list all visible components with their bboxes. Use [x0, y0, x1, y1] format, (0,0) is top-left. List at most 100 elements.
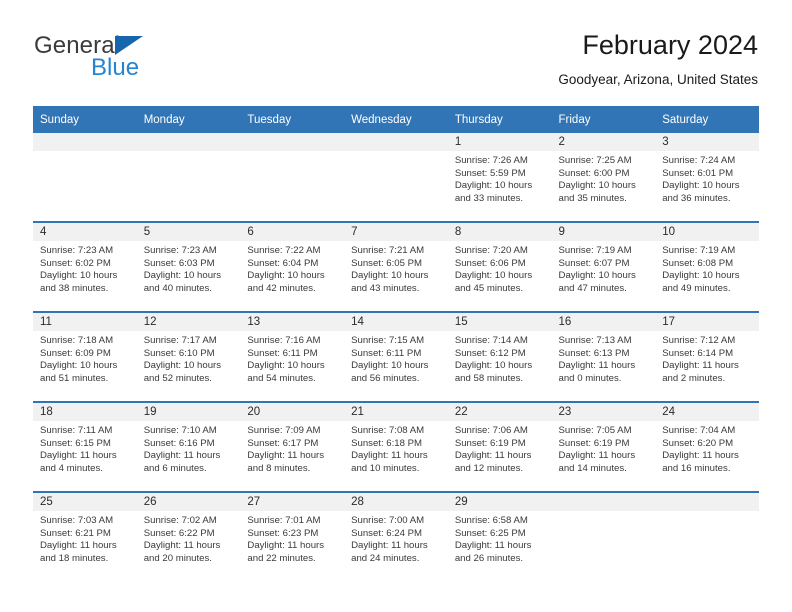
calendar-day-cell[interactable]: 18 Sunrise: 7:11 AM Sunset: 6:15 PM Dayligh…: [33, 401, 137, 492]
calendar-day-cell[interactable]: 26 Sunrise: 7:02 AM Sunset: 6:22 PM Dayligh…: [136, 491, 241, 581]
calendar-day-cell[interactable]: 14 Sunrise: 7:15 AM Sunset: 6:11 PM Dayligh…: [344, 311, 448, 402]
day-details: Sunrise: 7:13 AM Sunset: 6:13 PM Daylight:…: [552, 331, 656, 385]
calendar-day-cell[interactable]: 11 Sunrise: 7:18 AM Sunset: 6:09 PM Dayligh…: [33, 311, 137, 402]
day-detail-line: and 36 minutes.: [662, 192, 731, 204]
day-detail-line: Daylight: 10 hours: [40, 360, 118, 372]
day-number: 24: [655, 403, 759, 421]
day-cell-inner: 3 Sunrise: 7:24 AM Sunset: 6:01 PM Daylight…: [655, 133, 759, 221]
day-detail-line: Daylight: 11 hours: [247, 450, 325, 462]
calendar-day-cell[interactable]: 17 Sunrise: 7:12 AM Sunset: 6:14 PM Dayligh…: [655, 311, 759, 402]
calendar-week-row: 18 Sunrise: 7:11 AM Sunset: 6:15 PM Dayligh…: [33, 401, 759, 492]
calendar-day-cell[interactable]: 20 Sunrise: 7:09 AM Sunset: 6:17 PM Dayligh…: [240, 401, 345, 492]
calendar-day-cell[interactable]: 7 Sunrise: 7:21 AM Sunset: 6:05 PM Daylight…: [344, 221, 448, 312]
calendar-day-cell[interactable]: 6 Sunrise: 7:22 AM Sunset: 6:04 PM Daylight…: [240, 221, 345, 312]
day-detail-line: Sunset: 6:16 PM: [143, 437, 215, 449]
day-detail-line: and 14 minutes.: [558, 462, 627, 474]
day-detail-line: Sunrise: 7:00 AM: [351, 515, 425, 526]
calendar-day-cell[interactable]: 29 Sunrise: 6:58 AM Sunset: 6:25 PM Dayligh…: [447, 491, 552, 581]
day-detail-line: Sunset: 6:05 PM: [351, 257, 423, 269]
day-detail-line: Daylight: 11 hours: [143, 450, 221, 462]
day-detail-line: and 12 minutes.: [454, 462, 524, 474]
calendar-day-cell[interactable]: 4 Sunrise: 7:23 AM Sunset: 6:02 PM Daylight…: [33, 221, 137, 312]
day-details: Sunrise: 7:01 AM Sunset: 6:23 PM Daylight:…: [240, 511, 344, 565]
calendar-day-cell[interactable]: 27 Sunrise: 7:01 AM Sunset: 6:23 PM Dayligh…: [240, 491, 345, 581]
day-cell-inner: 11 Sunrise: 7:18 AM Sunset: 6:09 PM Dayligh…: [33, 313, 137, 401]
calendar-day-cell[interactable]: 3 Sunrise: 7:24 AM Sunset: 6:01 PM Daylight…: [655, 133, 759, 222]
calendar-week-row: 4 Sunrise: 7:23 AM Sunset: 6:02 PM Daylight…: [33, 221, 759, 312]
day-detail-line: and 54 minutes.: [247, 372, 316, 384]
day-detail-line: Sunset: 6:03 PM: [143, 257, 215, 269]
day-detail-line: Daylight: 11 hours: [558, 360, 636, 372]
calendar-day-cell[interactable]: 24 Sunrise: 7:04 AM Sunset: 6:20 PM Dayligh…: [655, 401, 759, 492]
day-number: 7: [344, 223, 448, 241]
calendar-day-cell[interactable]: 12 Sunrise: 7:17 AM Sunset: 6:10 PM Dayligh…: [136, 311, 241, 402]
day-detail-line: Sunrise: 7:21 AM: [351, 245, 425, 256]
day-details: Sunrise: 7:10 AM Sunset: 6:16 PM Daylight:…: [137, 421, 241, 475]
calendar-day-cell[interactable]: 5 Sunrise: 7:23 AM Sunset: 6:03 PM Daylight…: [136, 221, 241, 312]
day-cell-inner: 9 Sunrise: 7:19 AM Sunset: 6:07 PM Daylight…: [551, 223, 656, 311]
calendar-day-cell[interactable]: 13 Sunrise: 7:16 AM Sunset: 6:11 PM Dayligh…: [240, 311, 345, 402]
day-details: Sunrise: 7:24 AM Sunset: 6:01 PM Daylight:…: [655, 151, 759, 205]
day-details: Sunrise: 7:00 AM Sunset: 6:24 PM Daylight:…: [344, 511, 448, 565]
day-detail-line: Daylight: 11 hours: [662, 360, 739, 372]
day-cell-inner: [33, 133, 137, 221]
day-detail-line: Sunrise: 7:13 AM: [558, 335, 632, 346]
day-details: Sunrise: 7:23 AM Sunset: 6:03 PM Daylight:…: [137, 241, 241, 295]
calendar-day-cell[interactable]: 8 Sunrise: 7:20 AM Sunset: 6:06 PM Daylight…: [447, 221, 552, 312]
day-detail-line: and 24 minutes.: [351, 552, 420, 564]
calendar-week-row: 11 Sunrise: 7:18 AM Sunset: 6:09 PM Dayligh…: [33, 311, 759, 402]
day-cell-inner: 8 Sunrise: 7:20 AM Sunset: 6:06 PM Daylight…: [447, 223, 552, 311]
calendar-day-cell[interactable]: 2 Sunrise: 7:25 AM Sunset: 6:00 PM Daylight…: [551, 133, 656, 222]
calendar-day-cell[interactable]: 15 Sunrise: 7:14 AM Sunset: 6:12 PM Dayligh…: [447, 311, 552, 402]
day-details: Sunrise: 7:04 AM Sunset: 6:20 PM Daylight:…: [655, 421, 759, 475]
calendar-day-cell[interactable]: 28 Sunrise: 7:00 AM Sunset: 6:24 PM Dayligh…: [344, 491, 448, 581]
day-number: 9: [551, 223, 656, 241]
day-number: [655, 493, 759, 511]
calendar-page: General Blue February 2024 Goodyear, Ari…: [0, 0, 792, 612]
day-cell-inner: 2 Sunrise: 7:25 AM Sunset: 6:00 PM Daylight…: [551, 133, 656, 221]
day-detail-line: Sunrise: 6:58 AM: [454, 515, 528, 526]
calendar-week-row: 25 Sunrise: 7:03 AM Sunset: 6:21 PM Dayligh…: [33, 491, 759, 581]
day-detail-line: and 2 minutes.: [662, 372, 726, 384]
calendar-day-cell[interactable]: 19 Sunrise: 7:10 AM Sunset: 6:16 PM Dayligh…: [136, 401, 241, 492]
calendar-day-cell-empty: [344, 133, 448, 222]
day-detail-line: Sunset: 6:11 PM: [351, 347, 422, 359]
calendar-day-cell[interactable]: 23 Sunrise: 7:05 AM Sunset: 6:19 PM Dayligh…: [551, 401, 656, 492]
day-number: 5: [136, 223, 241, 241]
day-detail-line: and 0 minutes.: [558, 372, 622, 384]
calendar-day-cell-empty: [655, 491, 759, 581]
day-cell-inner: 13 Sunrise: 7:16 AM Sunset: 6:11 PM Dayligh…: [240, 313, 345, 401]
page-header: General Blue February 2024 Goodyear, Ari…: [34, 28, 758, 100]
calendar-day-cell[interactable]: 22 Sunrise: 7:06 AM Sunset: 6:19 PM Dayligh…: [447, 401, 552, 492]
day-detail-line: Sunrise: 7:23 AM: [40, 245, 114, 256]
calendar-day-cell[interactable]: 9 Sunrise: 7:19 AM Sunset: 6:07 PM Daylight…: [551, 221, 656, 312]
calendar-day-cell[interactable]: 10 Sunrise: 7:19 AM Sunset: 6:08 PM Dayligh…: [655, 221, 759, 312]
day-details: Sunrise: 7:22 AM Sunset: 6:04 PM Daylight:…: [240, 241, 344, 295]
day-detail-line: and 47 minutes.: [558, 282, 627, 294]
calendar-header-row: Sunday Monday Tuesday Wednesday Thursday Frid…: [33, 106, 759, 133]
calendar-day-cell-empty: [551, 491, 656, 581]
day-detail-line: Sunset: 6:18 PM: [351, 437, 423, 449]
day-details: [33, 151, 137, 155]
calendar-day-cell[interactable]: 1 Sunrise: 7:26 AM Sunset: 5:59 PM Daylight…: [447, 133, 552, 222]
day-cell-inner: 22 Sunrise: 7:06 AM Sunset: 6:19 PM Dayligh…: [447, 403, 552, 491]
day-number: [240, 133, 345, 151]
day-cell-inner: 23 Sunrise: 7:05 AM Sunset: 6:19 PM Dayligh…: [551, 403, 656, 491]
day-number: 27: [240, 493, 345, 511]
day-cell-inner: 17 Sunrise: 7:12 AM Sunset: 6:14 PM Dayligh…: [655, 313, 759, 401]
calendar-day-cell[interactable]: 21 Sunrise: 7:08 AM Sunset: 6:18 PM Dayligh…: [344, 401, 448, 492]
calendar-day-cell[interactable]: 16 Sunrise: 7:13 AM Sunset: 6:13 PM Dayligh…: [551, 311, 656, 402]
day-cell-inner: 21 Sunrise: 7:08 AM Sunset: 6:18 PM Dayligh…: [344, 403, 448, 491]
day-cell-inner: 20 Sunrise: 7:09 AM Sunset: 6:17 PM Dayligh…: [240, 403, 345, 491]
logo-triangle-icon: [115, 36, 143, 55]
day-detail-line: and 49 minutes.: [662, 282, 731, 294]
general-blue-logo[interactable]: General Blue: [34, 32, 264, 90]
day-detail-line: Sunrise: 7:03 AM: [40, 515, 114, 526]
calendar-day-cell[interactable]: 25 Sunrise: 7:03 AM Sunset: 6:21 PM Dayligh…: [33, 491, 137, 581]
day-cell-inner: 25 Sunrise: 7:03 AM Sunset: 6:21 PM Dayligh…: [33, 493, 137, 581]
day-detail-line: Sunrise: 7:12 AM: [662, 335, 736, 346]
day-detail-line: and 8 minutes.: [247, 462, 311, 474]
day-detail-line: and 33 minutes.: [454, 192, 524, 204]
day-number: 14: [344, 313, 448, 331]
day-detail-line: Sunrise: 7:20 AM: [454, 245, 528, 256]
